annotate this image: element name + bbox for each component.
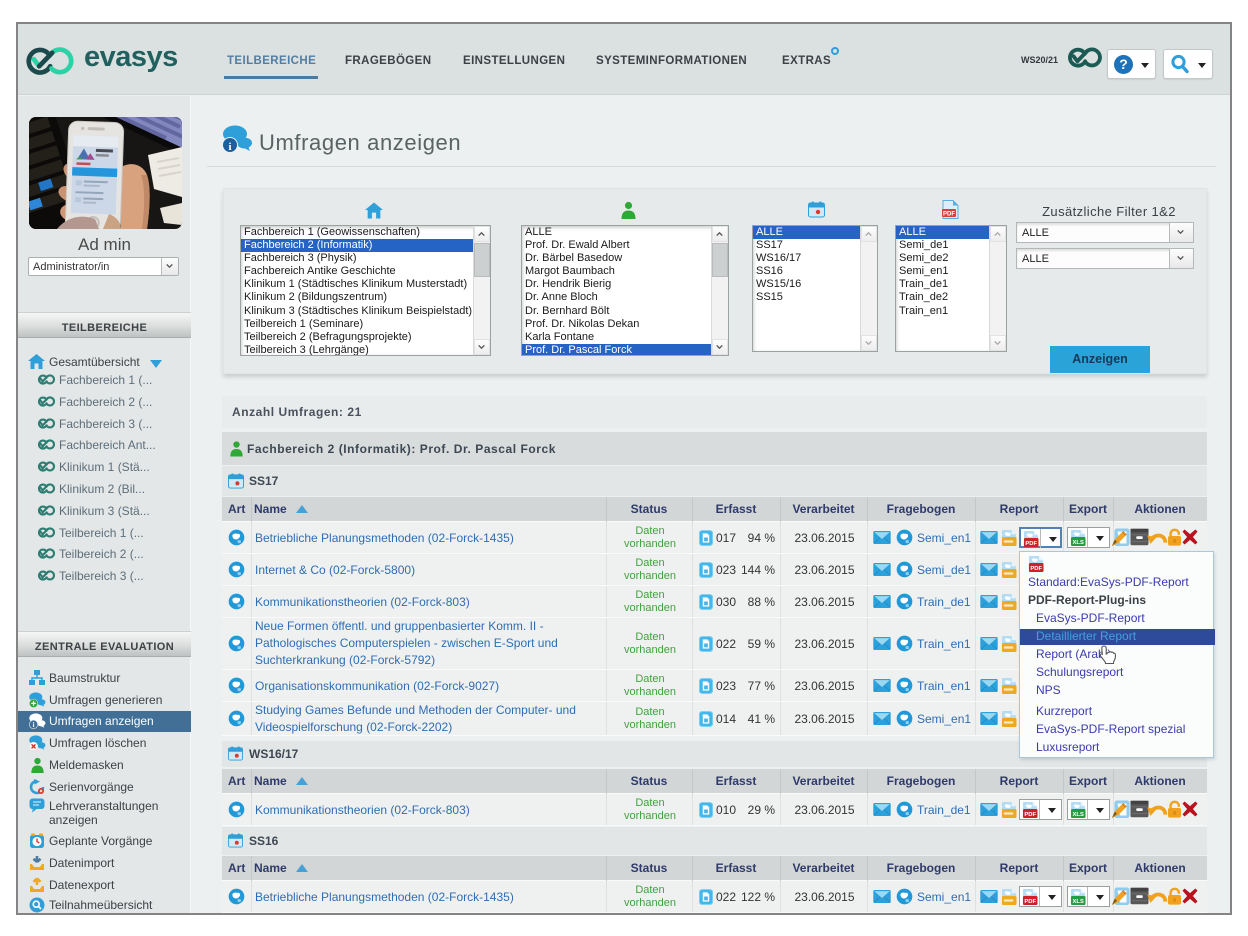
- svg-text:i: i: [228, 141, 231, 153]
- svg-text:PDF: PDF: [943, 212, 955, 218]
- svg-text:i: i: [33, 722, 35, 729]
